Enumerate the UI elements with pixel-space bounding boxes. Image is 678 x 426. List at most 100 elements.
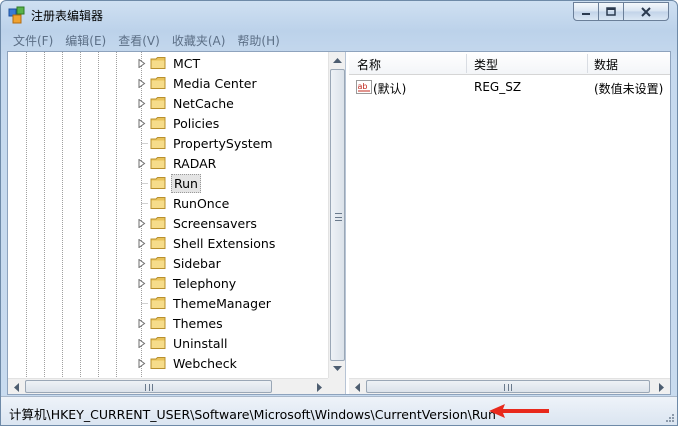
grip-icon: [504, 384, 512, 391]
value-list-pane[interactable]: 名称 类型 数据 ab (默认) REG_SZ (数值未设置): [349, 52, 670, 394]
client-area: MCT Media Center NetCache Policies PropertyS…: [7, 51, 671, 395]
tree-vertical-scrollbar[interactable]: [328, 52, 345, 378]
folder-icon: [150, 117, 166, 129]
arrow-down-icon: [333, 366, 342, 371]
tree-connector-icon: [136, 297, 148, 309]
column-header-type[interactable]: 类型: [474, 56, 498, 73]
resize-grip-icon[interactable]: [664, 412, 674, 422]
expand-arrow-icon[interactable]: [136, 277, 148, 289]
menu-bar: 文件(F) 编辑(E) 查看(V) 收藏夹(A) 帮助(H): [7, 30, 671, 50]
tree-node[interactable]: NetCache: [136, 93, 332, 113]
title-bar[interactable]: 注册表编辑器: [1, 1, 677, 29]
expand-arrow-icon[interactable]: [136, 317, 148, 329]
tree-node[interactable]: ThemeManager: [136, 293, 332, 313]
tree-node[interactable]: RunOnce: [136, 193, 332, 213]
registry-editor-icon: [8, 6, 25, 24]
list-header: 名称 类型 数据: [349, 52, 670, 75]
scrollbar-corner: [328, 378, 345, 394]
tree-node[interactable]: Uninstall: [136, 333, 332, 353]
tree-connector-icon: [136, 177, 148, 189]
expand-arrow-icon[interactable]: [136, 337, 148, 349]
key-tree-pane[interactable]: MCT Media Center NetCache Policies PropertyS…: [8, 52, 346, 394]
tree-node-label: Sidebar: [173, 255, 221, 271]
folder-icon: [150, 357, 166, 369]
menu-favorites[interactable]: 收藏夹(A): [166, 32, 232, 49]
tree-node[interactable]: Screensavers: [136, 213, 332, 233]
expand-arrow-icon[interactable]: [136, 117, 148, 129]
minimize-button[interactable]: [573, 2, 599, 21]
table-row[interactable]: ab (默认) REG_SZ (数值未设置): [349, 78, 670, 98]
folder-icon: [150, 317, 166, 329]
column-divider[interactable]: [587, 54, 588, 73]
folder-icon: [150, 77, 166, 89]
expand-arrow-icon[interactable]: [136, 157, 148, 169]
tree-node-label: ThemeManager: [173, 295, 271, 311]
scroll-right-button[interactable]: [312, 379, 327, 394]
tree-node[interactable]: Policies: [136, 113, 332, 133]
tree-node[interactable]: Sidebar: [136, 253, 332, 273]
tree-node-label: Run: [171, 173, 201, 193]
scroll-left-button[interactable]: [8, 379, 23, 394]
expand-arrow-icon[interactable]: [136, 257, 148, 269]
folder-icon: [150, 297, 166, 309]
scroll-down-button[interactable]: [330, 361, 345, 377]
expand-arrow-icon[interactable]: [136, 357, 148, 369]
tree-node[interactable]: MCT: [136, 53, 332, 73]
column-header-name[interactable]: 名称: [357, 56, 381, 73]
list-horizontal-scrollbar[interactable]: [349, 378, 670, 394]
scroll-right-button[interactable]: [654, 379, 669, 394]
expand-arrow-icon[interactable]: [136, 217, 148, 229]
folder-icon: [150, 97, 166, 109]
maximize-button[interactable]: [598, 2, 624, 21]
expand-arrow-icon[interactable]: [136, 237, 148, 249]
tree-node-label: Uninstall: [173, 335, 228, 351]
tree-horizontal-thumb[interactable]: [25, 380, 272, 393]
tree-node-label: Themes: [173, 315, 223, 331]
expand-arrow-icon[interactable]: [136, 77, 148, 89]
folder-icon: [150, 57, 166, 69]
tree-vertical-thumb[interactable]: [330, 69, 345, 361]
scroll-left-button[interactable]: [349, 379, 364, 394]
menu-view[interactable]: 查看(V): [112, 32, 166, 49]
expand-arrow-icon[interactable]: [136, 97, 148, 109]
close-icon: [641, 6, 651, 17]
menu-help[interactable]: 帮助(H): [231, 32, 285, 49]
tree-node[interactable]: Run: [136, 173, 332, 193]
red-arrow-icon: [489, 404, 549, 418]
string-value-icon: ab: [356, 80, 372, 94]
tree-node[interactable]: PropertySystem: [136, 133, 332, 153]
tree-node-label: Webcheck: [173, 355, 237, 371]
menu-edit[interactable]: 编辑(E): [59, 32, 112, 49]
folder-icon: [150, 137, 166, 149]
tree-node[interactable]: Shell Extensions: [136, 233, 332, 253]
tree-node[interactable]: Telephony: [136, 273, 332, 293]
grip-icon: [335, 213, 342, 221]
value-data: (数值未设置): [594, 82, 664, 96]
tree-node-label: Screensavers: [173, 215, 257, 231]
folder-icon: [150, 337, 166, 349]
registry-editor-window: 注册表编辑器 文件(F) 编辑(E) 查看(V) 收藏夹(A) 帮助(H) MC…: [0, 0, 678, 426]
current-key-path: 计算机\HKEY_CURRENT_USER\Software\Microsoft…: [9, 407, 496, 422]
folder-icon: [150, 277, 166, 289]
tree-node[interactable]: Themes: [136, 313, 332, 333]
column-header-data[interactable]: 数据: [594, 56, 618, 73]
tree-node-label: Shell Extensions: [173, 235, 276, 251]
column-divider[interactable]: [466, 54, 467, 73]
svg-text:ab: ab: [358, 82, 368, 91]
tree-horizontal-scrollbar[interactable]: [8, 378, 328, 394]
scroll-up-button[interactable]: [330, 52, 345, 68]
tree-node[interactable]: Webcheck: [136, 353, 332, 373]
close-button[interactable]: [623, 2, 669, 21]
list-horizontal-thumb[interactable]: [366, 380, 650, 393]
value-name: (默认): [373, 82, 407, 96]
expand-arrow-icon[interactable]: [136, 57, 148, 69]
tree-connector-icon: [136, 137, 148, 149]
tree-node[interactable]: RADAR: [136, 153, 332, 173]
menu-file[interactable]: 文件(F): [7, 32, 59, 49]
tree-connector-icon: [136, 197, 148, 209]
tree-node-label: MCT: [173, 55, 201, 71]
value-type: REG_SZ: [474, 80, 522, 94]
tree-node[interactable]: Media Center: [136, 73, 332, 93]
folder-icon: [150, 237, 166, 249]
folder-icon: [150, 197, 166, 209]
